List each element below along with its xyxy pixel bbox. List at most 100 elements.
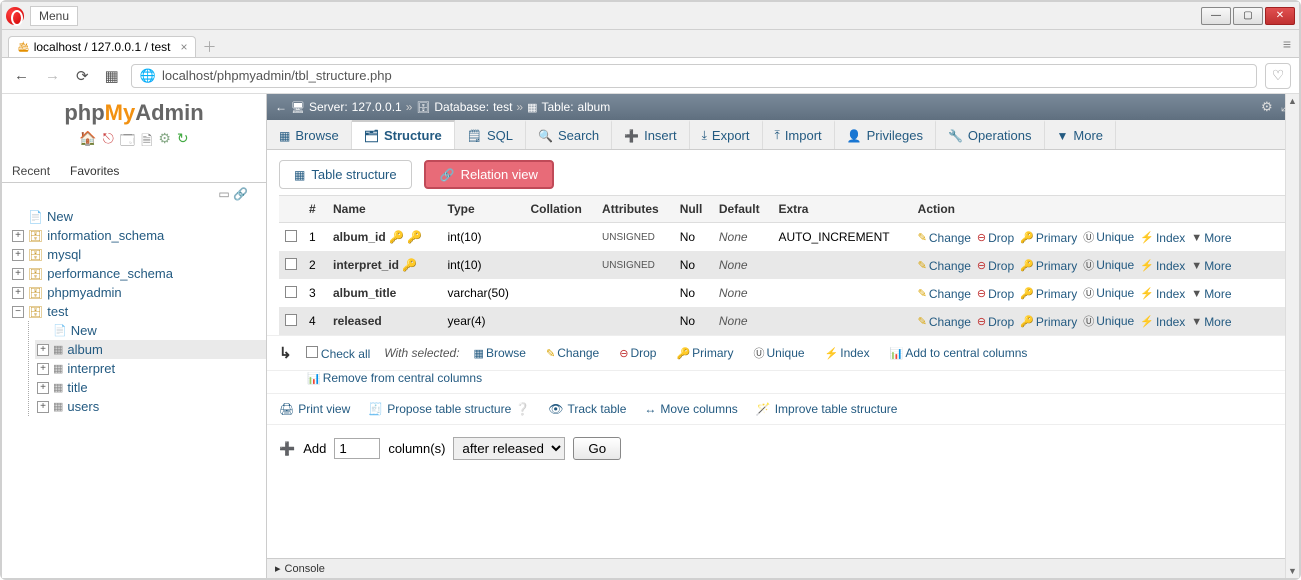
tree-table-album[interactable]: +▦album (35, 340, 266, 359)
collapse-icon[interactable]: ▭ (218, 187, 229, 201)
action-primary[interactable]: 🔑Primary (1020, 315, 1077, 329)
expand-icon[interactable]: + (37, 344, 49, 356)
tab-insert[interactable]: ➕Insert (612, 120, 689, 149)
bc-table-link[interactable]: album (578, 100, 611, 114)
expand-icon[interactable]: + (37, 382, 49, 394)
home-icon[interactable]: 🏠 (79, 130, 96, 154)
address-bar[interactable]: 🌐 localhost/phpmyadmin/tbl_structure.php (131, 64, 1257, 88)
action-drop[interactable]: ⊖Drop (977, 231, 1014, 245)
expand-icon[interactable]: + (12, 230, 24, 242)
tab-close-icon[interactable]: × (180, 40, 187, 54)
expand-icon[interactable]: + (37, 401, 49, 413)
bulk-primary[interactable]: 🔑Primary (676, 346, 733, 360)
console-bar[interactable]: ▸Console (267, 558, 1299, 578)
tree-db-mysql[interactable]: +🗄mysql (10, 245, 266, 264)
action-drop[interactable]: ⊖Drop (977, 259, 1014, 273)
action-more[interactable]: ▼More (1191, 315, 1231, 329)
bc-server-link[interactable]: 127.0.0.1 (352, 100, 402, 114)
row-checkbox[interactable] (285, 314, 297, 326)
window-close-button[interactable]: ✕ (1265, 7, 1295, 25)
tab-operations[interactable]: 🔧Operations (936, 120, 1045, 149)
action-drop[interactable]: ⊖Drop (977, 287, 1014, 301)
tab-export[interactable]: ⤓Export (690, 120, 763, 149)
action-change[interactable]: ✎Change (918, 287, 971, 301)
action-change[interactable]: ✎Change (918, 315, 971, 329)
bulk-remove-central[interactable]: 📊Remove from central columns (307, 371, 482, 385)
tree-db-test[interactable]: −🗄test (10, 302, 266, 321)
tree-table-users[interactable]: +▦users (35, 397, 266, 416)
action-unique[interactable]: ⓊUnique (1083, 229, 1134, 245)
help-icon[interactable]: ❔ (515, 402, 530, 416)
expand-icon[interactable]: + (37, 363, 49, 375)
browser-tab[interactable]: 🛳 localhost / 127.0.0.1 / test × (8, 36, 196, 57)
action-index[interactable]: ⚡Index (1140, 287, 1185, 301)
row-checkbox[interactable] (285, 258, 297, 270)
bc-db-link[interactable]: test (493, 100, 512, 114)
add-count-input[interactable] (334, 438, 380, 459)
bulk-change[interactable]: ✎Change (546, 346, 599, 360)
action-index[interactable]: ⚡Index (1140, 315, 1185, 329)
bulk-add-central[interactable]: 📊Add to central columns (890, 346, 1028, 360)
tab-more[interactable]: ▼More (1045, 120, 1117, 149)
action-index[interactable]: ⚡Index (1140, 231, 1185, 245)
action-more[interactable]: ▼More (1191, 287, 1231, 301)
tab-sql[interactable]: 🗒SQL (455, 120, 526, 149)
sql-icon[interactable]: 🗔 (120, 130, 135, 154)
back-button[interactable]: ← (10, 63, 33, 88)
expand-icon[interactable]: + (12, 268, 24, 280)
settings-icon[interactable]: ⚙ (158, 130, 171, 154)
expand-icon[interactable]: + (12, 249, 24, 261)
bulk-drop[interactable]: ⊖Drop (619, 346, 656, 360)
link-icon[interactable]: 🔗 (233, 187, 248, 201)
check-all[interactable]: Check all (306, 346, 371, 361)
action-unique[interactable]: ⓊUnique (1083, 257, 1134, 273)
nav-toggle-icon[interactable]: ← (275, 100, 287, 114)
expand-icon[interactable]: + (12, 287, 24, 299)
action-primary[interactable]: 🔑Primary (1020, 259, 1077, 273)
collapse-icon[interactable]: − (12, 306, 24, 318)
tab-import[interactable]: ⤒Import (763, 120, 835, 149)
subtab-relation-view[interactable]: 🔗Relation view (424, 160, 554, 189)
logout-icon[interactable]: ⎋ (103, 130, 114, 154)
action-primary[interactable]: 🔑Primary (1020, 231, 1077, 245)
tree-table-title[interactable]: +▦title (35, 378, 266, 397)
action-drop[interactable]: ⊖Drop (977, 315, 1014, 329)
track-table-link[interactable]: 👁Track table (548, 402, 626, 416)
move-columns-link[interactable]: ↔Move columns (644, 402, 737, 416)
bulk-unique[interactable]: ⓊUnique (754, 345, 805, 361)
window-maximize-button[interactable]: ▢ (1233, 7, 1263, 25)
row-checkbox[interactable] (285, 286, 297, 298)
bulk-index[interactable]: ⚡Index (825, 346, 870, 360)
tree-db-performance-schema[interactable]: +🗄performance_schema (10, 264, 266, 283)
tree-table-interpret[interactable]: +▦interpret (35, 359, 266, 378)
action-unique[interactable]: ⓊUnique (1083, 313, 1134, 329)
bookmark-button[interactable]: ♡ (1265, 63, 1291, 89)
scroll-up-icon[interactable]: ▲ (1286, 94, 1299, 108)
vertical-scrollbar[interactable]: ▲ ▼ (1285, 94, 1299, 578)
action-index[interactable]: ⚡Index (1140, 259, 1185, 273)
docs-icon[interactable]: 🗎 (141, 130, 152, 154)
reload-nav-icon[interactable]: ↻ (177, 130, 189, 154)
action-more[interactable]: ▼More (1191, 231, 1231, 245)
action-primary[interactable]: 🔑Primary (1020, 287, 1077, 301)
tab-structure[interactable]: 🗂Structure (352, 120, 455, 149)
gear-icon[interactable]: ⚙ (1261, 99, 1273, 115)
recent-tab[interactable]: Recent (2, 160, 60, 182)
tab-privileges[interactable]: 👤Privileges (835, 120, 936, 149)
favorites-tab[interactable]: Favorites (60, 160, 129, 182)
propose-structure-link[interactable]: 🧾Propose table structure ❔ (368, 402, 530, 416)
action-more[interactable]: ▼More (1191, 259, 1231, 273)
reload-button[interactable]: ⟳ (72, 63, 93, 89)
tabs-menu-icon[interactable]: ≡ (1283, 36, 1291, 52)
go-button[interactable]: Go (573, 437, 621, 460)
add-position-select[interactable]: after released (453, 437, 565, 460)
tab-search[interactable]: 🔍Search (526, 120, 612, 149)
new-tab-button[interactable]: ＋ (202, 37, 216, 57)
action-change[interactable]: ✎Change (918, 259, 971, 273)
tree-db-information-schema[interactable]: +🗄information_schema (10, 226, 266, 245)
tree-db-phpmyadmin[interactable]: +🗄phpmyadmin (10, 283, 266, 302)
row-checkbox[interactable] (285, 230, 297, 242)
speed-dial-button[interactable]: ▦ (101, 63, 123, 89)
console-toggle-icon[interactable]: ▸ (275, 562, 281, 575)
scroll-down-icon[interactable]: ▼ (1286, 564, 1299, 578)
